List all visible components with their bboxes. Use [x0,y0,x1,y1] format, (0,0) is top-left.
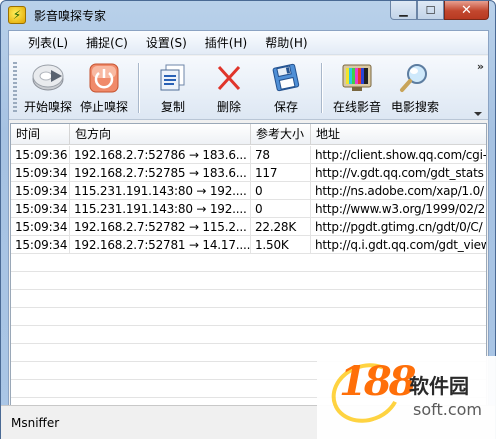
menu-plugins[interactable]: 插件(H) [196,32,256,53]
table-row[interactable]: 15:09:34 115.231.191.143:80 → 192.... 0 … [11,200,486,218]
list-header: 时间 包方向 参考大小 地址 [11,124,486,145]
cell-url: http://q.i.gdt.qq.com/gdt_view [315,238,487,252]
maximize-button[interactable]: ☐ [417,1,444,20]
status-text: Msniffer [11,416,60,430]
minimize-icon: ▁ [399,3,408,17]
cell-time: 15:09:34 [11,236,70,253]
table-row[interactable]: 15:09:34 115.231.191.143:80 → 192.... 0 … [11,182,486,200]
lightning-app-icon: ⚡ [8,6,26,24]
maximize-icon: ☐ [425,3,436,17]
save-label: 保存 [273,100,298,114]
cell-direction: 192.168.2.7:52785 → 183.6... [70,164,251,181]
cell-size: 1.50K [251,236,311,253]
close-button[interactable]: ✕ [444,1,489,20]
empty-row [11,254,486,272]
cell-url: http://www.w3.org/1999/02/2 [315,202,486,216]
watermark-brand: 软件园 [409,374,469,398]
cell-direction: 192.168.2.7:52786 → 183.6... [70,146,251,163]
copy-icon [160,64,185,91]
cell-direction: 192.168.2.7:52781 → 14.17.... [70,236,251,253]
cell-direction: 115.231.191.143:80 → 192.... [70,182,251,199]
copy-label: 复制 [160,100,185,114]
cell-size: 22.28K [251,218,311,235]
floppy-disk-icon [272,63,300,92]
toolbar-separator [138,63,139,113]
cell-size: 0 [251,182,311,199]
close-icon: ✕ [461,2,472,18]
online-media-label: 在线影音 [332,100,381,114]
play-disc-icon [32,64,64,91]
cell-time: 15:09:34 [11,218,70,235]
watermark-domain: soft.com [413,400,483,419]
site-watermark: 188 软件园 soft.com [317,353,496,440]
movie-search-button[interactable]: 电影搜索 [386,56,444,120]
column-header-url[interactable]: 地址 [311,124,486,145]
menu-capture[interactable]: 捕捉(C) [77,32,137,53]
app-window: ⚡ 影音嗅探专家 ▁ ☐ ✕ 列表(L) 捕捉(C) 设置(S) 插件(H) 帮… [0,0,496,440]
delete-label: 删除 [216,100,241,114]
cell-url: http://client.show.qq.com/cgi- [315,148,487,162]
column-header-direction[interactable]: 包方向 [70,124,251,145]
stop-sniff-label: 停止嗅探 [79,100,128,114]
cell-size: 0 [251,200,311,217]
movie-search-label: 电影搜索 [390,100,439,114]
stop-sniff-button[interactable]: 停止嗅探 [76,56,132,120]
window-title: 影音嗅探专家 [34,8,107,23]
cell-time: 15:09:34 [11,182,70,199]
menu-list[interactable]: 列表(L) [19,32,77,53]
cell-time: 15:09:36 [11,146,70,163]
toolbar-grip[interactable] [13,62,17,114]
delete-button[interactable]: 删除 [201,56,257,120]
cell-direction: 192.168.2.7:52782 → 115.2... [70,218,251,235]
toolbar-dropdown-icon[interactable] [474,112,482,116]
cell-size: 117 [251,164,311,181]
cell-url: http://v.gdt.qq.com/gdt_stats [315,166,484,180]
column-header-time[interactable]: 时间 [11,124,70,145]
title-bar[interactable]: ⚡ 影音嗅探专家 ▁ ☐ ✕ [1,1,495,29]
cell-url: http://ns.adobe.com/xap/1.0/ [315,184,484,198]
column-header-size[interactable]: 参考大小 [251,124,311,145]
empty-row [11,272,486,290]
menu-help[interactable]: 帮助(H) [256,32,316,53]
toolbar-separator [321,63,322,113]
window-controls: ▁ ☐ ✕ [390,1,489,20]
watermark-number: 188 [339,358,416,405]
table-row[interactable]: 15:09:34 192.168.2.7:52781 → 14.17.... 1… [11,236,487,254]
online-media-button[interactable]: 在线影音 [328,56,386,120]
empty-row [11,326,486,344]
empty-row [11,290,486,308]
power-icon [89,63,119,93]
magnifier-icon [400,64,427,92]
menu-bar: 列表(L) 捕捉(C) 设置(S) 插件(H) 帮助(H) [9,31,488,55]
table-row[interactable]: 15:09:34 192.168.2.7:52785 → 183.6... 11… [11,164,486,182]
toolbar: 开始嗅探 停止嗅探 复制 删除 保存 在线影音 电影搜索 » [9,56,488,120]
tv-icon [342,64,372,91]
table-row[interactable]: 15:09:36 192.168.2.7:52786 → 183.6... 78… [11,146,487,164]
delete-x-icon [217,65,241,91]
empty-row [11,308,486,326]
cell-url: http://pgdt.gtimg.cn/gdt/0/C/ [315,220,483,234]
cell-time: 15:09:34 [11,164,70,181]
start-sniff-label: 开始嗅探 [23,100,72,114]
toolbar-overflow-icon[interactable]: » [477,60,484,73]
cell-size: 78 [251,146,311,163]
copy-button[interactable]: 复制 [145,56,201,120]
table-row[interactable]: 15:09:34 192.168.2.7:52782 → 115.2... 22… [11,218,486,236]
start-sniff-button[interactable]: 开始嗅探 [20,56,76,120]
cell-time: 15:09:34 [11,200,70,217]
save-button[interactable]: 保存 [257,56,315,120]
minimize-button[interactable]: ▁ [390,1,417,20]
cell-direction: 115.231.191.143:80 → 192.... [70,200,251,217]
menu-settings[interactable]: 设置(S) [137,32,196,53]
